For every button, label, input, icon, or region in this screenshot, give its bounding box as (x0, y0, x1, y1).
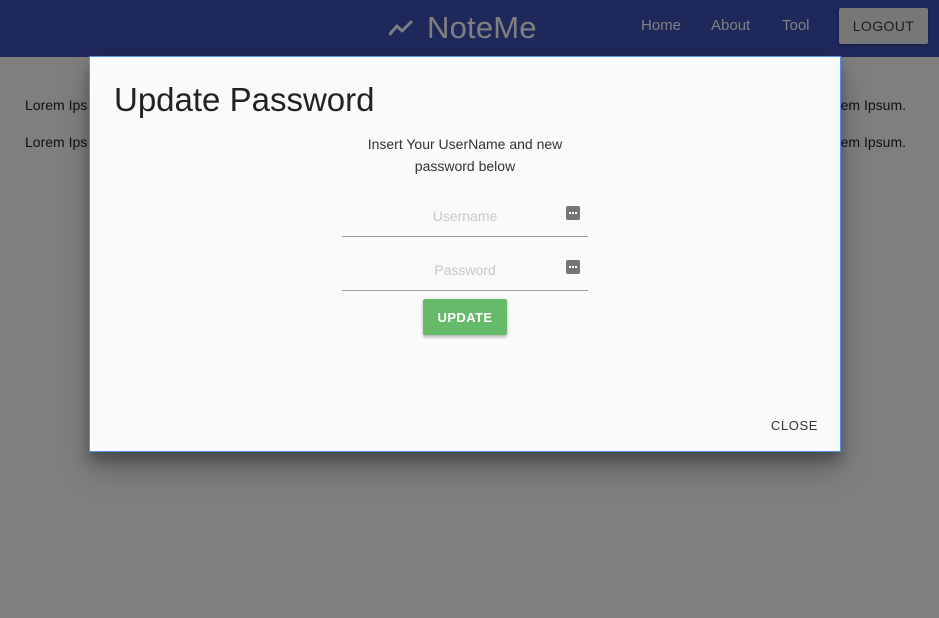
username-input[interactable] (342, 196, 588, 236)
modal-instructions: Insert Your UserName and new password be… (367, 136, 563, 174)
password-icon (566, 260, 580, 274)
modal-title: Update Password (114, 81, 375, 118)
password-input[interactable] (342, 250, 588, 290)
password-icon (566, 206, 580, 220)
close-button[interactable]: CLOSE (765, 411, 824, 439)
update-button[interactable]: UPDATE (423, 299, 507, 335)
password-field (342, 250, 588, 291)
username-field (342, 196, 588, 237)
update-password-modal: Update Password Insert Your UserName and… (89, 56, 841, 452)
